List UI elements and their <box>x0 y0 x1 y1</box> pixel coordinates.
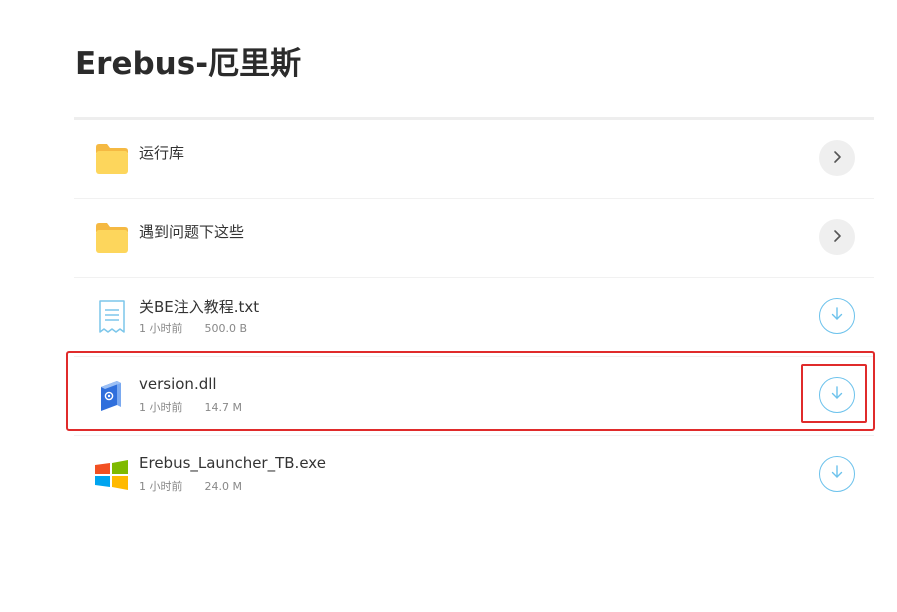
page-title: Erebus-厄里斯 <box>75 46 302 82</box>
download-icon <box>829 385 845 405</box>
windows-exe-icon <box>94 457 130 493</box>
text-file-icon <box>94 299 130 335</box>
dll-file-icon <box>94 378 130 414</box>
list-item-dll-file[interactable]: version.dll 1 小时前 14.7 M <box>74 357 874 436</box>
file-list: 运行库 遇到问题下这些 关BE注入教程.txt 1 小时前 500.0 B ve… <box>74 117 874 514</box>
file-meta: 1 小时前 500.0 B <box>139 320 247 336</box>
file-time: 1 小时前 <box>139 401 183 414</box>
file-size: 500.0 B <box>204 322 248 335</box>
chevron-right-icon <box>830 149 844 168</box>
folder-icon <box>94 220 130 256</box>
file-name[interactable]: Erebus_Launcher_TB.exe <box>139 454 326 472</box>
download-icon <box>829 306 845 326</box>
list-item-folder-runtime[interactable]: 运行库 <box>74 120 874 199</box>
file-time: 1 小时前 <box>139 480 183 493</box>
folder-icon <box>94 141 130 177</box>
download-button[interactable] <box>819 377 855 413</box>
download-button[interactable] <box>819 298 855 334</box>
download-button[interactable] <box>819 456 855 492</box>
list-item-exe-file[interactable]: Erebus_Launcher_TB.exe 1 小时前 24.0 M <box>74 436 874 514</box>
file-meta: 1 小时前 24.0 M <box>139 478 242 494</box>
open-folder-button[interactable] <box>819 140 855 176</box>
list-item-folder-troubleshoot[interactable]: 遇到问题下这些 <box>74 199 874 278</box>
file-name[interactable]: 关BE注入教程.txt <box>139 296 259 317</box>
file-size: 24.0 M <box>204 480 242 493</box>
file-name[interactable]: 运行库 <box>139 142 184 163</box>
list-item-txt-file[interactable]: 关BE注入教程.txt 1 小时前 500.0 B <box>74 278 874 357</box>
open-folder-button[interactable] <box>819 219 855 255</box>
file-meta: 1 小时前 14.7 M <box>139 399 242 415</box>
file-time: 1 小时前 <box>139 322 183 335</box>
chevron-right-icon <box>830 228 844 247</box>
file-size: 14.7 M <box>204 401 242 414</box>
file-name[interactable]: version.dll <box>139 375 217 393</box>
file-name[interactable]: 遇到问题下这些 <box>139 221 244 242</box>
download-icon <box>829 464 845 484</box>
